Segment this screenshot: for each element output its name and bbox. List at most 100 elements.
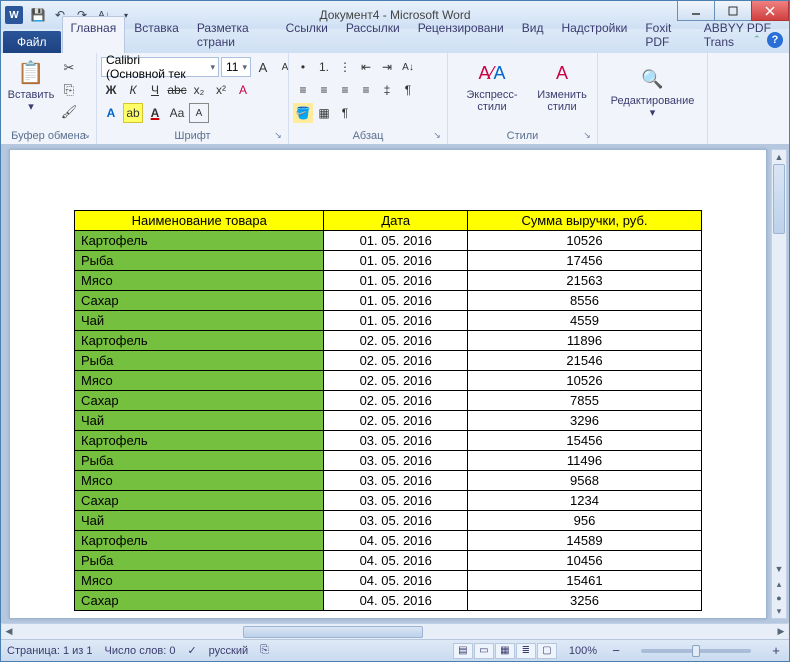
tab-ссылки[interactable]: Ссылки: [277, 16, 337, 53]
table-header[interactable]: Наименование товара: [75, 211, 324, 231]
table-cell[interactable]: Рыба: [75, 451, 324, 471]
table-cell[interactable]: 21546: [468, 351, 702, 371]
bold-button[interactable]: Ж: [101, 80, 121, 100]
zoom-out-button[interactable]: −: [609, 643, 623, 658]
subscript-button[interactable]: x₂: [189, 80, 209, 100]
bullets-icon[interactable]: •: [293, 57, 313, 77]
table-cell[interactable]: 03. 05. 2016: [324, 471, 468, 491]
view-print-icon[interactable]: ▤: [453, 643, 473, 659]
editing-dropdown[interactable]: 🔍 Редактирование▾: [602, 61, 703, 119]
table-cell[interactable]: 11496: [468, 451, 702, 471]
table-cell[interactable]: 03. 05. 2016: [324, 511, 468, 531]
table-cell[interactable]: Рыба: [75, 551, 324, 571]
table-row[interactable]: Сахар02. 05. 20167855: [75, 391, 702, 411]
minimize-ribbon-icon[interactable]: ˆ: [755, 33, 759, 48]
table-cell[interactable]: 02. 05. 2016: [324, 371, 468, 391]
file-tab[interactable]: Файл: [3, 31, 61, 53]
zoom-in-button[interactable]: +: [769, 643, 783, 658]
table-row[interactable]: Мясо02. 05. 201610526: [75, 371, 702, 391]
dialog-launcher-icon[interactable]: ↘: [272, 130, 284, 142]
table-cell[interactable]: 02. 05. 2016: [324, 391, 468, 411]
char-border-icon[interactable]: A: [189, 103, 209, 123]
data-table[interactable]: Наименование товараДатаСумма выручки, ру…: [74, 210, 702, 611]
italic-button[interactable]: К: [123, 80, 143, 100]
table-cell[interactable]: 03. 05. 2016: [324, 491, 468, 511]
view-read-icon[interactable]: ▭: [474, 643, 494, 659]
dialog-launcher-icon[interactable]: ↘: [80, 130, 92, 142]
zoom-slider[interactable]: [641, 649, 751, 653]
copy-icon[interactable]: ⎘: [59, 81, 79, 99]
help-button[interactable]: ?: [767, 32, 783, 48]
tab-foxit-pdf[interactable]: Foxit PDF: [636, 16, 694, 53]
scroll-left-icon[interactable]: ◀: [2, 625, 16, 639]
table-cell[interactable]: 02. 05. 2016: [324, 411, 468, 431]
highlight-button[interactable]: ab: [123, 103, 143, 123]
table-row[interactable]: Картофель04. 05. 201614589: [75, 531, 702, 551]
table-cell[interactable]: Мясо: [75, 271, 324, 291]
table-cell[interactable]: Сахар: [75, 591, 324, 611]
table-cell[interactable]: Картофель: [75, 531, 324, 551]
tab-разметка-страни[interactable]: Разметка страни: [188, 16, 277, 53]
table-cell[interactable]: 17456: [468, 251, 702, 271]
tab-рассылки[interactable]: Рассылки: [337, 16, 409, 53]
scroll-down-icon[interactable]: ▼: [772, 562, 786, 576]
table-row[interactable]: Картофель02. 05. 201611896: [75, 331, 702, 351]
table-header[interactable]: Сумма выручки, руб.: [468, 211, 702, 231]
page-status[interactable]: Страница: 1 из 1: [7, 645, 93, 657]
table-cell[interactable]: 3256: [468, 591, 702, 611]
table-row[interactable]: Сахар04. 05. 20163256: [75, 591, 702, 611]
grow-font-icon[interactable]: A: [253, 57, 273, 77]
table-cell[interactable]: 04. 05. 2016: [324, 531, 468, 551]
table-row[interactable]: Мясо01. 05. 201621563: [75, 271, 702, 291]
sort-para-icon[interactable]: A↓: [398, 57, 418, 77]
indent-inc-icon[interactable]: ⇥: [377, 57, 397, 77]
table-row[interactable]: Рыба02. 05. 201621546: [75, 351, 702, 371]
table-row[interactable]: Рыба04. 05. 201610456: [75, 551, 702, 571]
shading-icon[interactable]: 🪣: [293, 103, 313, 123]
zoom-level[interactable]: 100%: [569, 645, 597, 657]
table-cell[interactable]: Рыба: [75, 351, 324, 371]
scroll-right-icon[interactable]: ▶: [774, 625, 788, 639]
next-page-icon[interactable]: ▾: [772, 605, 786, 618]
quick-styles-button[interactable]: A⁄A Экспресс-стили: [452, 55, 532, 113]
page-viewport[interactable]: Наименование товараДатаСумма выручки, ру…: [9, 149, 767, 619]
table-cell[interactable]: 21563: [468, 271, 702, 291]
table-cell[interactable]: Картофель: [75, 331, 324, 351]
save-icon[interactable]: 💾: [29, 6, 47, 24]
view-outline-icon[interactable]: ≣: [516, 643, 536, 659]
align-left-icon[interactable]: ≡: [293, 80, 313, 100]
superscript-button[interactable]: x²: [211, 80, 231, 100]
tab-вставка[interactable]: Вставка: [125, 16, 188, 53]
table-cell[interactable]: 15461: [468, 571, 702, 591]
word-count[interactable]: Число слов: 0: [105, 645, 176, 657]
table-cell[interactable]: 15456: [468, 431, 702, 451]
table-cell[interactable]: Картофель: [75, 431, 324, 451]
table-cell[interactable]: Чай: [75, 411, 324, 431]
table-cell[interactable]: 10526: [468, 231, 702, 251]
paste-button[interactable]: 📋 Вставить▾: [5, 55, 57, 113]
table-cell[interactable]: 02. 05. 2016: [324, 351, 468, 371]
table-cell[interactable]: 10456: [468, 551, 702, 571]
table-header[interactable]: Дата: [324, 211, 468, 231]
select-browse-icon[interactable]: ●: [772, 591, 786, 604]
tab-рецензировани[interactable]: Рецензировани: [409, 16, 513, 53]
clear-format-icon[interactable]: A: [233, 80, 253, 100]
scroll-thumb[interactable]: [773, 164, 785, 234]
table-row[interactable]: Сахар01. 05. 20168556: [75, 291, 702, 311]
table-cell[interactable]: Мясо: [75, 471, 324, 491]
font-color-button[interactable]: A: [145, 103, 165, 123]
table-row[interactable]: Картофель03. 05. 201615456: [75, 431, 702, 451]
table-cell[interactable]: 01. 05. 2016: [324, 311, 468, 331]
vertical-scrollbar[interactable]: ▲ ▼ ▴ ● ▾: [771, 149, 787, 619]
table-cell[interactable]: 4559: [468, 311, 702, 331]
table-cell[interactable]: Мясо: [75, 371, 324, 391]
table-cell[interactable]: 02. 05. 2016: [324, 331, 468, 351]
insert-mode-icon[interactable]: ⎘: [260, 644, 269, 657]
underline-button[interactable]: Ч: [145, 80, 165, 100]
tab-главная[interactable]: Главная: [62, 16, 126, 53]
table-cell[interactable]: 04. 05. 2016: [324, 591, 468, 611]
table-row[interactable]: Сахар03. 05. 20161234: [75, 491, 702, 511]
table-cell[interactable]: 8556: [468, 291, 702, 311]
table-cell[interactable]: 956: [468, 511, 702, 531]
table-cell[interactable]: 10526: [468, 371, 702, 391]
